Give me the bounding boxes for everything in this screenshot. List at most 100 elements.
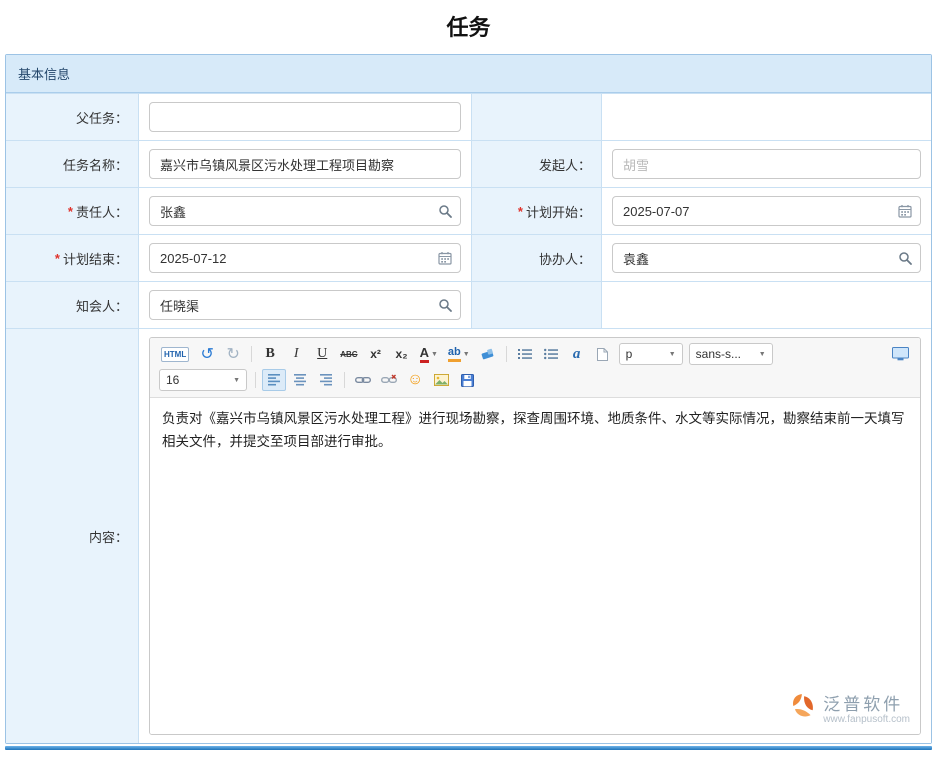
subscript-button[interactable]: x₂ xyxy=(390,343,414,365)
plan-end-input[interactable] xyxy=(149,243,461,273)
notify-label-text: 知会人： xyxy=(76,296,128,315)
chevron-down-icon: ▼ xyxy=(759,351,766,358)
eraser-icon[interactable] xyxy=(476,343,500,365)
ordered-list-icon[interactable] xyxy=(513,343,537,365)
toolbar-row-2: 16▼ xyxy=(156,367,914,393)
page-title: 任务 xyxy=(0,10,937,42)
search-icon[interactable] xyxy=(438,204,452,218)
plan-start-input-wrap xyxy=(612,196,921,226)
emoticon-icon[interactable]: ☺ xyxy=(403,369,427,391)
calendar-icon[interactable] xyxy=(898,204,912,218)
document-icon[interactable] xyxy=(591,343,615,365)
form-row-parent-task: 父任务： xyxy=(6,93,931,140)
search-icon[interactable] xyxy=(438,298,452,312)
assistant-input[interactable] xyxy=(612,243,921,273)
editor-content-area[interactable]: 负责对《嘉兴市乌镇风景区污水处理工程》进行现场勘察，探查周围环境、地质条件、水文… xyxy=(150,398,920,734)
paragraph-format-value: p xyxy=(626,347,633,361)
superscript-button[interactable]: x² xyxy=(364,343,388,365)
task-name-field xyxy=(138,141,471,187)
font-size-dropdown[interactable]: 16▼ xyxy=(159,369,247,391)
notify-field xyxy=(138,282,471,328)
initiator-input[interactable] xyxy=(612,149,921,179)
underline-button[interactable]: U xyxy=(310,343,334,365)
assistant-label: 协办人： xyxy=(471,235,601,281)
plan-start-label-text: 计划开始： xyxy=(526,202,591,221)
form-row-notify: 知会人： xyxy=(6,281,931,328)
editor-toolbar: HTML ↺ ↻ B I U ABC x² x₂ A▼ ab▼ xyxy=(150,338,920,398)
owner-label: * 责任人： xyxy=(6,188,138,234)
calendar-icon[interactable] xyxy=(438,251,452,265)
task-name-label: 任务名称： xyxy=(6,141,138,187)
align-left-icon[interactable] xyxy=(262,369,286,391)
paragraph-format-dropdown[interactable]: p▼ xyxy=(619,343,683,365)
chevron-down-icon: ▼ xyxy=(431,351,438,358)
parent-task-label-text: 父任务： xyxy=(76,108,128,127)
parent-task-input[interactable] xyxy=(149,102,461,132)
content-field: HTML ↺ ↻ B I U ABC x² x₂ A▼ ab▼ xyxy=(138,329,931,743)
fanpu-logo-icon xyxy=(789,692,817,728)
highlight-color-button[interactable]: ab▼ xyxy=(444,343,474,365)
chevron-down-icon: ▼ xyxy=(463,351,470,358)
align-center-icon[interactable] xyxy=(288,369,312,391)
section-header: 基本信息 xyxy=(6,55,931,93)
italic-button[interactable]: I xyxy=(284,343,308,365)
owner-field xyxy=(138,188,471,234)
anchor-button[interactable]: a xyxy=(565,343,589,365)
basic-info-table: 基本信息 父任务： 任务名称： 发起人： xyxy=(5,54,932,744)
html-source-button[interactable]: HTML xyxy=(157,343,193,365)
plan-end-label-text: 计划结束： xyxy=(63,249,128,268)
insert-link-icon[interactable] xyxy=(351,369,375,391)
save-icon[interactable] xyxy=(455,369,479,391)
required-asterisk: * xyxy=(68,204,73,219)
initiator-label: 发起人： xyxy=(471,141,601,187)
assistant-label-text: 协办人： xyxy=(539,249,591,268)
unordered-list-icon[interactable] xyxy=(539,343,563,365)
parent-task-input-wrap xyxy=(149,102,461,132)
vendor-watermark: 泛普软件 www.fanpusoft.com xyxy=(789,692,910,728)
align-right-icon[interactable] xyxy=(314,369,338,391)
vendor-url: www.fanpusoft.com xyxy=(823,714,910,726)
content-label: 内容： xyxy=(6,329,138,743)
chevron-down-icon: ▼ xyxy=(233,377,240,384)
plan-end-label: * 计划结束： xyxy=(6,235,138,281)
notify-input[interactable] xyxy=(149,290,461,320)
rich-text-editor: HTML ↺ ↻ B I U ABC x² x₂ A▼ ab▼ xyxy=(149,337,921,735)
owner-input[interactable] xyxy=(149,196,461,226)
insert-image-icon[interactable] xyxy=(429,369,453,391)
fullscreen-icon[interactable] xyxy=(888,343,913,365)
initiator-field xyxy=(601,141,931,187)
assistant-field xyxy=(601,235,931,281)
task-name-input[interactable] xyxy=(149,149,461,179)
task-name-label-text: 任务名称： xyxy=(63,155,128,174)
empty-field-cell xyxy=(601,282,931,328)
form-row-plan-end: * 计划结束： 协办人： xyxy=(6,234,931,281)
empty-label-cell xyxy=(471,94,601,140)
plan-start-label: * 计划开始： xyxy=(471,188,601,234)
unlink-icon[interactable] xyxy=(377,369,401,391)
strikethrough-button[interactable]: ABC xyxy=(336,343,361,365)
owner-input-wrap xyxy=(149,196,461,226)
chevron-down-icon: ▼ xyxy=(669,351,676,358)
plan-end-field xyxy=(138,235,471,281)
required-asterisk: * xyxy=(518,204,523,219)
font-color-glyph: A xyxy=(420,346,429,363)
parent-task-label: 父任务： xyxy=(6,94,138,140)
toolbar-separator xyxy=(251,346,252,362)
plan-start-input[interactable] xyxy=(612,196,921,226)
empty-label-cell xyxy=(471,282,601,328)
search-icon[interactable] xyxy=(898,251,912,265)
bold-button[interactable]: B xyxy=(258,343,282,365)
editor-content-text: 负责对《嘉兴市乌镇风景区污水处理工程》进行现场勘察，探查周围环境、地质条件、水文… xyxy=(162,411,905,449)
content-label-text: 内容： xyxy=(89,527,128,546)
undo-icon[interactable]: ↺ xyxy=(195,343,219,365)
parent-task-field xyxy=(138,94,471,140)
initiator-input-wrap xyxy=(612,149,921,179)
font-family-dropdown[interactable]: sans-s...▼ xyxy=(689,343,773,365)
owner-label-text: 责任人： xyxy=(76,202,128,221)
assistant-input-wrap xyxy=(612,243,921,273)
form-row-content: 内容： HTML ↺ ↻ B I U ABC x² x₂ A xyxy=(6,328,931,743)
vendor-brand: 泛普软件 xyxy=(823,695,910,715)
redo-icon[interactable]: ↻ xyxy=(221,343,245,365)
font-color-button[interactable]: A▼ xyxy=(416,343,442,365)
vendor-text: 泛普软件 www.fanpusoft.com xyxy=(823,695,910,726)
